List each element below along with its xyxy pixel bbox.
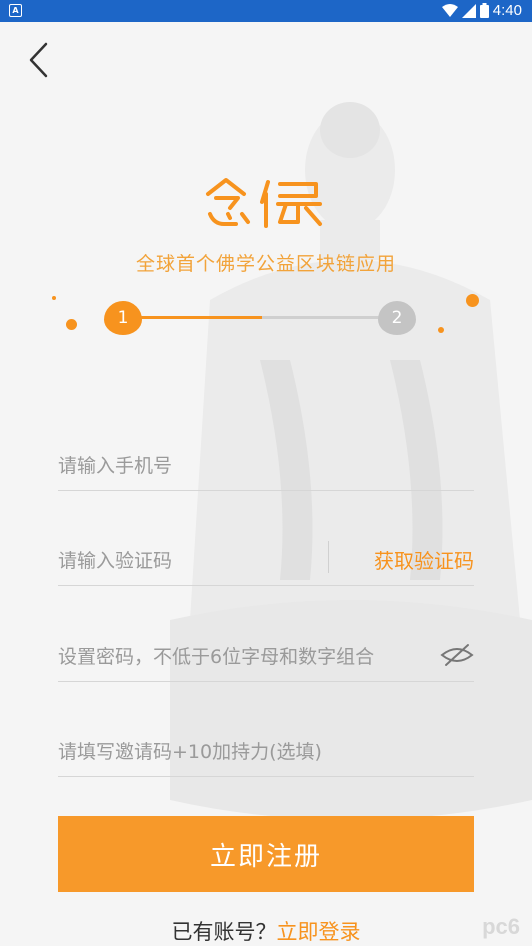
wifi-icon: [441, 3, 458, 17]
step-2-badge: 2: [378, 301, 416, 335]
password-input[interactable]: [58, 637, 442, 677]
decor-dot: [466, 294, 479, 307]
password-field: [58, 637, 474, 682]
app-notification-icon: A: [9, 4, 22, 17]
progress-fill: [136, 316, 262, 319]
verification-code-input[interactable]: [58, 541, 318, 581]
verification-code-field: 获取验证码: [58, 541, 474, 586]
register-button[interactable]: 立即注册: [58, 816, 474, 892]
step-2-label: 2: [391, 308, 403, 328]
battery-icon: [479, 3, 489, 18]
phone-field: [58, 446, 474, 491]
phone-input[interactable]: [58, 446, 474, 486]
app-logo: [206, 178, 322, 228]
step-indicator: 1 2: [0, 285, 532, 345]
invite-code-field: [58, 732, 474, 777]
login-prompt: 已有账号？立即登录: [0, 916, 532, 946]
have-account-text: 已有账号？: [171, 920, 277, 944]
divider: [328, 541, 329, 573]
status-time: 4:40: [492, 2, 522, 19]
watermark-logo: pc6: [482, 914, 520, 939]
eye-hidden-icon[interactable]: [440, 641, 474, 669]
login-link[interactable]: 立即登录: [277, 920, 361, 944]
step-1-badge: 1: [104, 301, 142, 335]
step-1-label: 1: [117, 308, 129, 328]
status-bar: A 4:40: [0, 0, 532, 22]
back-arrow-icon[interactable]: [26, 40, 56, 80]
decor-dot: [438, 327, 444, 333]
decor-dot: [52, 296, 56, 300]
invite-code-input[interactable]: [58, 732, 474, 772]
signal-icon: [461, 3, 476, 18]
decor-dot: [66, 319, 77, 330]
get-code-button[interactable]: 获取验证码: [374, 545, 474, 574]
slogan: 全球首个佛学公益区块链应用: [135, 253, 396, 275]
